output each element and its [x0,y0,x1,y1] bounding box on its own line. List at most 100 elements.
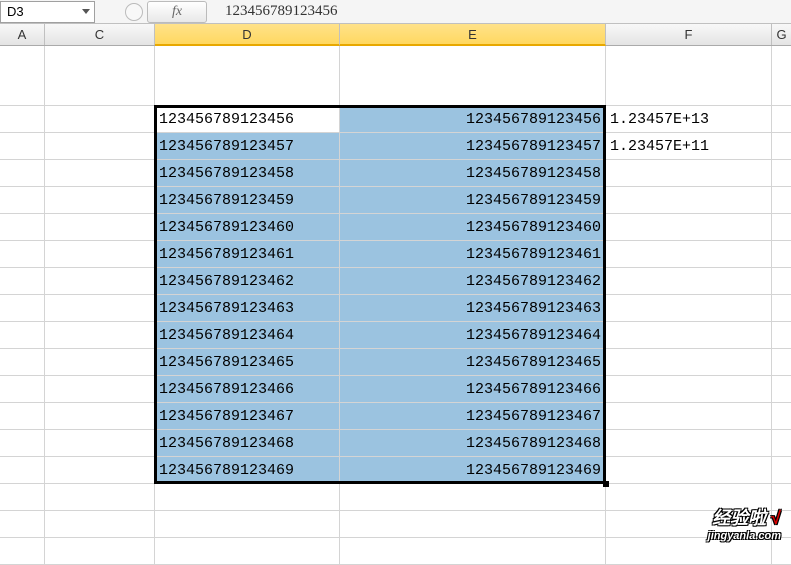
cell[interactable] [772,322,791,349]
cell[interactable] [45,106,155,133]
cell[interactable]: 123456789123461 [340,241,606,268]
cell[interactable] [0,295,45,322]
cell[interactable] [45,430,155,457]
cell[interactable] [772,268,791,295]
cell[interactable]: 123456789123460 [340,214,606,241]
cell[interactable] [606,376,772,403]
cell[interactable]: 123456789123462 [155,268,340,295]
cell[interactable]: 123456789123461 [155,241,340,268]
name-box[interactable]: D3 [0,1,95,23]
cell[interactable] [606,322,772,349]
cell[interactable] [45,160,155,187]
cell[interactable]: 123456789123464 [155,322,340,349]
cell[interactable]: 123456789123467 [155,403,340,430]
col-header-G[interactable]: G [772,24,791,45]
cell[interactable] [606,268,772,295]
cell[interactable] [45,268,155,295]
cell[interactable] [45,349,155,376]
cell[interactable] [0,403,45,430]
cell[interactable] [45,214,155,241]
cell[interactable] [772,403,791,430]
cell[interactable] [772,349,791,376]
col-header-F[interactable]: F [606,24,772,45]
cell[interactable] [772,430,791,457]
cell[interactable]: 123456789123464 [340,322,606,349]
cell[interactable]: 1.23457E+13 [606,106,772,133]
cell[interactable] [606,457,772,484]
cell[interactable]: 123456789123463 [155,295,340,322]
cell[interactable] [606,160,772,187]
cell[interactable] [45,457,155,484]
cell[interactable]: 123456789123457 [155,133,340,160]
cell[interactable] [45,187,155,214]
cell[interactable] [772,376,791,403]
cell[interactable] [606,214,772,241]
cell[interactable] [606,46,772,106]
cell[interactable]: 123456789123466 [340,376,606,403]
cell[interactable]: 123456789123460 [155,214,340,241]
cell[interactable] [0,511,45,538]
cell[interactable] [772,46,791,106]
cell[interactable]: 123456789123463 [340,295,606,322]
cell[interactable]: 123456789123468 [155,430,340,457]
cell[interactable]: 123456789123469 [340,457,606,484]
formula-input[interactable]: 123456789123456 [225,3,338,20]
col-header-C[interactable]: C [45,24,155,45]
cell[interactable] [0,133,45,160]
cell[interactable] [606,295,772,322]
col-header-A[interactable]: A [0,24,45,45]
cell[interactable] [45,376,155,403]
fx-button[interactable]: fx [147,1,207,23]
cell[interactable]: 123456789123456 [340,106,606,133]
cell[interactable] [606,403,772,430]
cancel-formula-icon[interactable] [125,3,143,21]
cell[interactable] [340,46,606,106]
cell[interactable] [0,484,45,511]
cell[interactable] [155,484,340,511]
cell[interactable] [0,322,45,349]
cell[interactable] [340,511,606,538]
col-header-D[interactable]: D [155,24,340,46]
cell[interactable] [0,430,45,457]
cell[interactable]: 123456789123459 [155,187,340,214]
cell[interactable] [0,160,45,187]
cell[interactable] [155,511,340,538]
cell[interactable]: 123456789123458 [340,160,606,187]
cell[interactable]: 123456789123465 [155,349,340,376]
cell[interactable] [0,457,45,484]
cell[interactable] [0,349,45,376]
cell[interactable] [772,160,791,187]
cell[interactable] [772,457,791,484]
cell[interactable] [45,295,155,322]
cell[interactable] [0,187,45,214]
cell[interactable] [606,349,772,376]
cell[interactable]: 123456789123458 [155,160,340,187]
cell[interactable] [772,106,791,133]
cell[interactable] [340,484,606,511]
cell[interactable]: 123456789123456 [155,106,340,133]
cell[interactable] [0,46,45,106]
cell[interactable] [772,187,791,214]
cell[interactable]: 123456789123466 [155,376,340,403]
cell[interactable] [772,241,791,268]
cell[interactable] [45,133,155,160]
cell[interactable] [606,430,772,457]
cell[interactable] [0,268,45,295]
cell[interactable] [0,214,45,241]
cell[interactable]: 123456789123468 [340,430,606,457]
cell[interactable] [45,403,155,430]
cell[interactable] [45,46,155,106]
col-header-E[interactable]: E [340,24,606,46]
cell[interactable]: 123456789123462 [340,268,606,295]
cell[interactable] [772,214,791,241]
cell[interactable] [45,322,155,349]
cell[interactable] [606,187,772,214]
cell[interactable]: 123456789123459 [340,187,606,214]
cell[interactable] [0,241,45,268]
cell[interactable]: 123456789123467 [340,403,606,430]
cell[interactable]: 123456789123469 [155,457,340,484]
cell[interactable] [606,241,772,268]
cell[interactable]: 123456789123465 [340,349,606,376]
cell[interactable] [45,241,155,268]
cell[interactable]: 123456789123457 [340,133,606,160]
